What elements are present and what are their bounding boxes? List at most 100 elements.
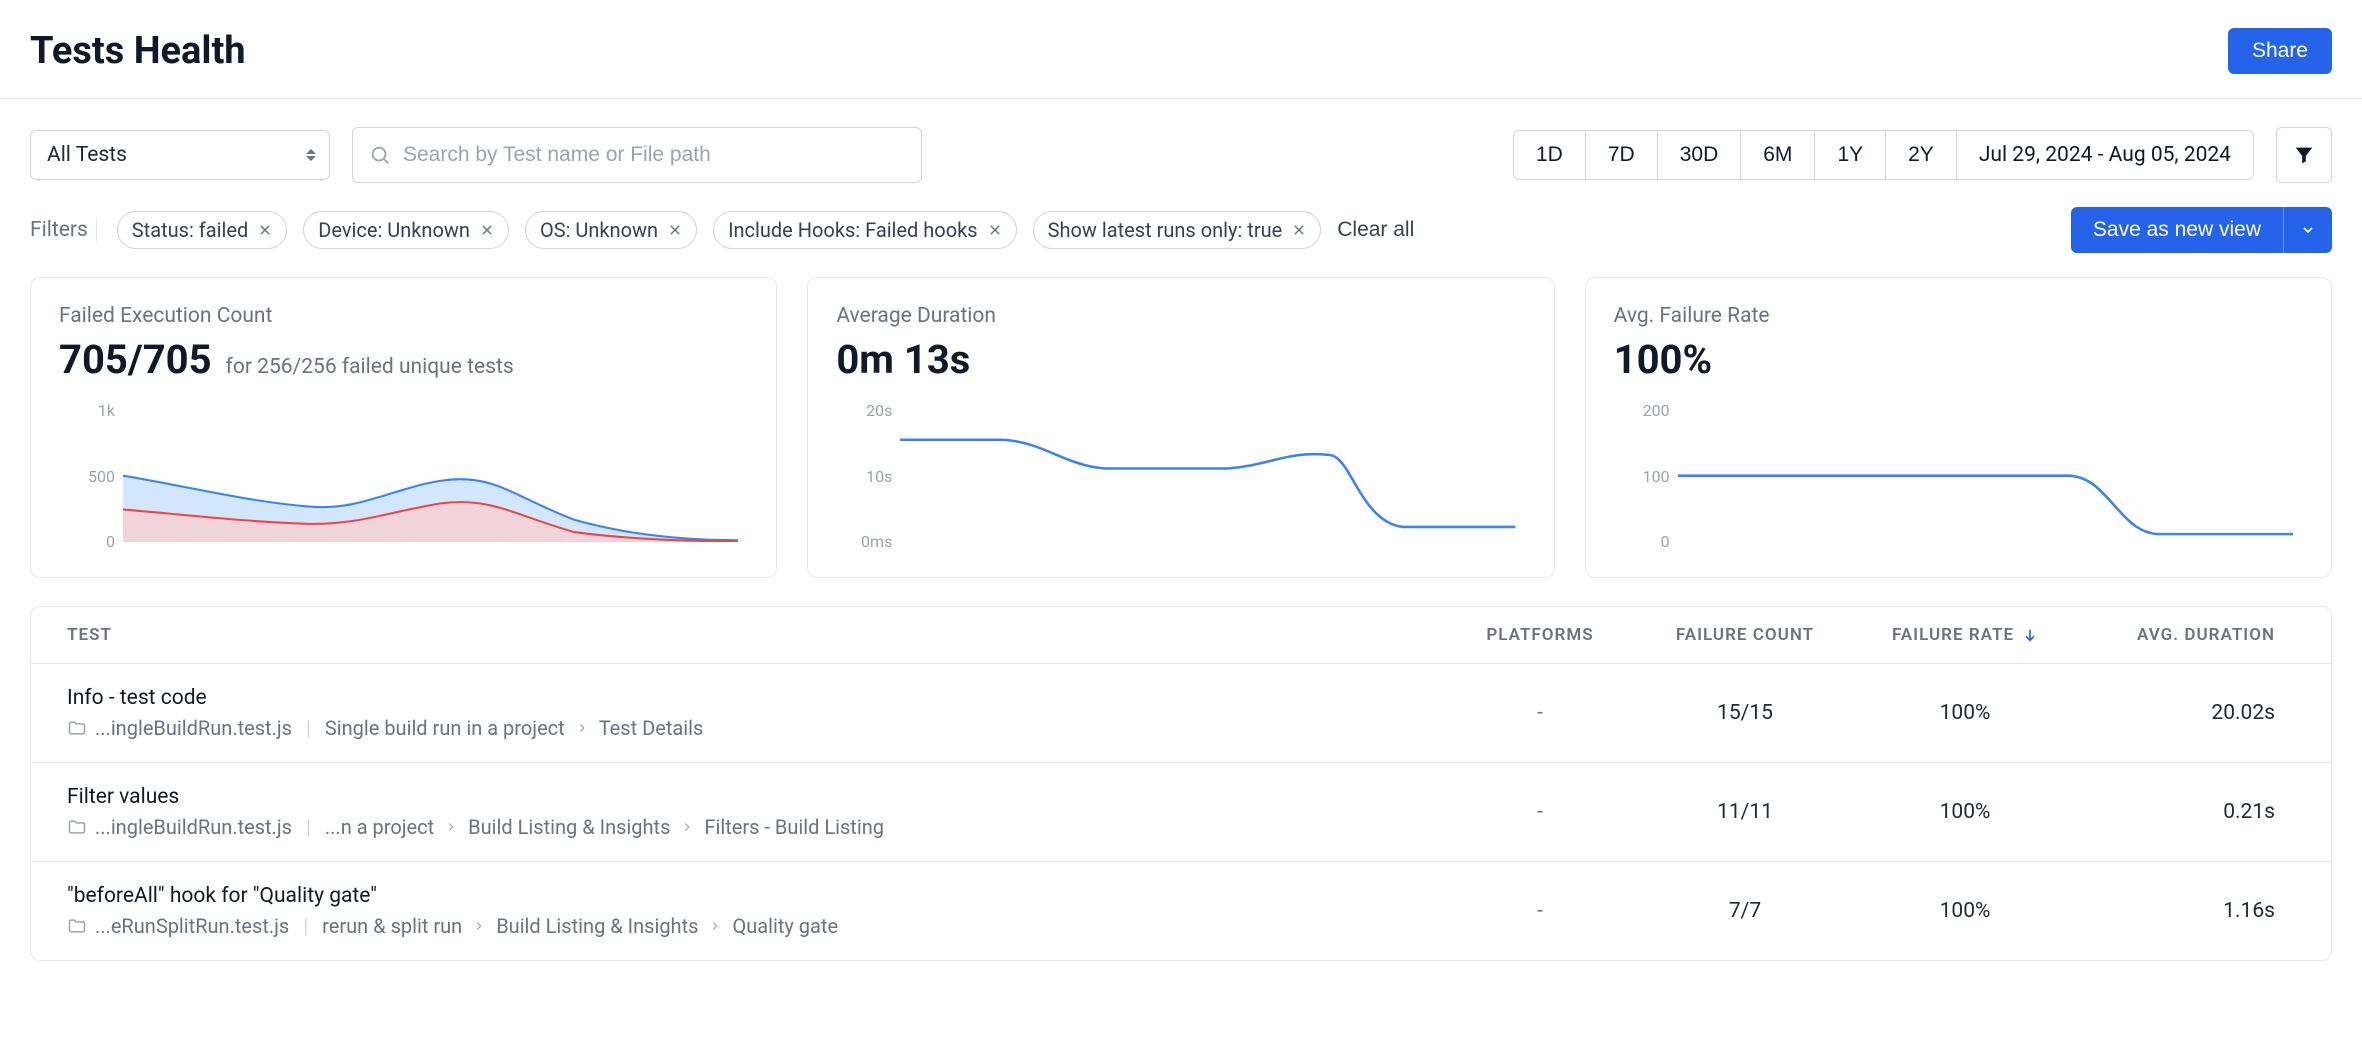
- th-failure-count[interactable]: FAILURE COUNT: [1635, 625, 1855, 645]
- divider: |: [303, 914, 308, 938]
- share-button[interactable]: Share: [2228, 28, 2332, 74]
- test-name: Info - test code: [67, 686, 1445, 710]
- card-label: Average Duration: [836, 304, 1525, 328]
- tests-table: TEST PLATFORMS FAILURE COUNT FAILURE RAT…: [30, 606, 2332, 961]
- card-value: 705/705: [59, 336, 212, 383]
- breadcrumb-segment: Single build run in a project: [325, 716, 565, 740]
- sort-desc-icon: [2022, 627, 2038, 643]
- chevron-right-icon: [442, 820, 460, 834]
- breadcrumb-segment: Test Details: [599, 716, 704, 740]
- divider: |: [306, 815, 311, 839]
- range-2y[interactable]: 2Y: [1886, 131, 1957, 179]
- card-failed-execution: Failed Execution Count 705/705 for 256/2…: [30, 277, 777, 578]
- chip-text: Show latest runs only: true: [1048, 218, 1283, 242]
- cell-avg-duration: 0.21s: [2075, 800, 2295, 824]
- file-name: ...eRunSplitRun.test.js: [95, 914, 289, 938]
- cell-avg-duration: 20.02s: [2075, 701, 2295, 725]
- table-row[interactable]: Filter values ...ingleBuildRun.test.js |..…: [31, 763, 2331, 862]
- file-name: ...ingleBuildRun.test.js: [95, 815, 292, 839]
- y-tick: 100: [1614, 467, 1670, 486]
- test-name: "beforeAll" hook for "Quality gate": [67, 884, 1445, 908]
- search-input[interactable]: [403, 143, 905, 167]
- file-name: ...ingleBuildRun.test.js: [95, 716, 292, 740]
- chip-text: Status: failed: [132, 218, 248, 242]
- range-30d[interactable]: 30D: [1658, 131, 1742, 179]
- th-test[interactable]: TEST: [67, 625, 1445, 645]
- close-icon[interactable]: [480, 223, 494, 237]
- breadcrumb-segment: ...n a project: [325, 815, 434, 839]
- cell-platforms: -: [1445, 800, 1635, 824]
- divider: |: [306, 716, 311, 740]
- chevron-right-icon: [470, 919, 488, 933]
- filters-label: Filters: [30, 218, 97, 242]
- th-failure-rate[interactable]: FAILURE RATE: [1855, 625, 2075, 645]
- tests-select-value: All Tests: [30, 130, 330, 180]
- close-icon[interactable]: [988, 223, 1002, 237]
- filter-chip-os[interactable]: OS: Unknown: [525, 211, 697, 249]
- card-label: Avg. Failure Rate: [1614, 304, 2303, 328]
- filter-chip-status[interactable]: Status: failed: [117, 211, 287, 249]
- y-tick: 10s: [836, 467, 892, 486]
- failure-rate-chart: [1678, 409, 2293, 542]
- search-field[interactable]: [352, 127, 922, 183]
- close-icon[interactable]: [258, 223, 272, 237]
- card-value: 0m 13s: [836, 336, 970, 383]
- cell-failure-count: 11/11: [1635, 800, 1855, 824]
- cell-platforms: -: [1445, 899, 1635, 923]
- th-avg-duration[interactable]: AVG. DURATION: [2075, 625, 2295, 645]
- funnel-icon: [2293, 144, 2315, 166]
- clear-all-button[interactable]: Clear all: [1337, 218, 1414, 242]
- save-view-button[interactable]: Save as new view: [2071, 207, 2283, 253]
- cell-failure-count: 15/15: [1635, 701, 1855, 725]
- card-failure-rate: Avg. Failure Rate 100% 200 100 0: [1585, 277, 2332, 578]
- chip-text: Include Hooks: Failed hooks: [728, 218, 978, 242]
- tests-select[interactable]: All Tests: [30, 130, 330, 180]
- test-name: Filter values: [67, 785, 1445, 809]
- range-1d[interactable]: 1D: [1514, 131, 1586, 179]
- search-icon: [369, 144, 391, 166]
- y-tick: 500: [59, 467, 115, 486]
- close-icon[interactable]: [668, 223, 682, 237]
- range-1y[interactable]: 1Y: [1815, 131, 1886, 179]
- y-tick: 0: [1614, 532, 1670, 551]
- breadcrumb-segment: Quality gate: [732, 914, 838, 938]
- chevron-right-icon: [706, 919, 724, 933]
- cell-failure-rate: 100%: [1855, 899, 2075, 923]
- range-7d[interactable]: 7D: [1586, 131, 1658, 179]
- range-6m[interactable]: 6M: [1741, 131, 1815, 179]
- y-tick: 20s: [836, 401, 892, 420]
- page-title: Tests Health: [30, 29, 246, 73]
- chevron-down-icon: [2300, 222, 2316, 238]
- date-range-display[interactable]: Jul 29, 2024 - Aug 05, 2024: [1957, 131, 2253, 179]
- filter-button[interactable]: [2276, 127, 2332, 183]
- table-row[interactable]: Info - test code ...ingleBuildRun.test.js…: [31, 664, 2331, 763]
- duration-chart: [900, 409, 1515, 542]
- cell-failure-rate: 100%: [1855, 800, 2075, 824]
- filter-chip-device[interactable]: Device: Unknown: [303, 211, 509, 249]
- cell-platforms: -: [1445, 701, 1635, 725]
- cell-avg-duration: 1.16s: [2075, 899, 2295, 923]
- filter-chip-latest[interactable]: Show latest runs only: true: [1033, 211, 1322, 249]
- y-tick: 0: [59, 532, 115, 551]
- y-tick: 200: [1614, 401, 1670, 420]
- close-icon[interactable]: [1292, 223, 1306, 237]
- cell-failure-rate: 100%: [1855, 701, 2075, 725]
- th-failure-rate-text: FAILURE RATE: [1892, 625, 2014, 645]
- chevron-right-icon: [573, 721, 591, 735]
- breadcrumb-segment: Filters - Build Listing: [704, 815, 884, 839]
- failed-count-chart: [123, 409, 738, 542]
- date-range-group: 1D 7D 30D 6M 1Y 2Y Jul 29, 2024 - Aug 05…: [1513, 130, 2254, 180]
- folder-icon: [67, 916, 87, 936]
- th-platforms[interactable]: PLATFORMS: [1445, 625, 1635, 645]
- save-view-dropdown[interactable]: [2283, 207, 2332, 253]
- table-row[interactable]: "beforeAll" hook for "Quality gate" ...eR…: [31, 862, 2331, 960]
- chip-text: Device: Unknown: [318, 218, 470, 242]
- cell-failure-count: 7/7: [1635, 899, 1855, 923]
- card-avg-duration: Average Duration 0m 13s 20s 10s 0ms: [807, 277, 1554, 578]
- breadcrumb-segment: Build Listing & Insights: [468, 815, 670, 839]
- filter-chip-hooks[interactable]: Include Hooks: Failed hooks: [713, 211, 1017, 249]
- card-sub: for 256/256 failed unique tests: [226, 355, 514, 379]
- breadcrumb-segment: rerun & split run: [322, 914, 462, 938]
- y-tick: 0ms: [836, 532, 892, 551]
- y-tick: 1k: [59, 401, 115, 420]
